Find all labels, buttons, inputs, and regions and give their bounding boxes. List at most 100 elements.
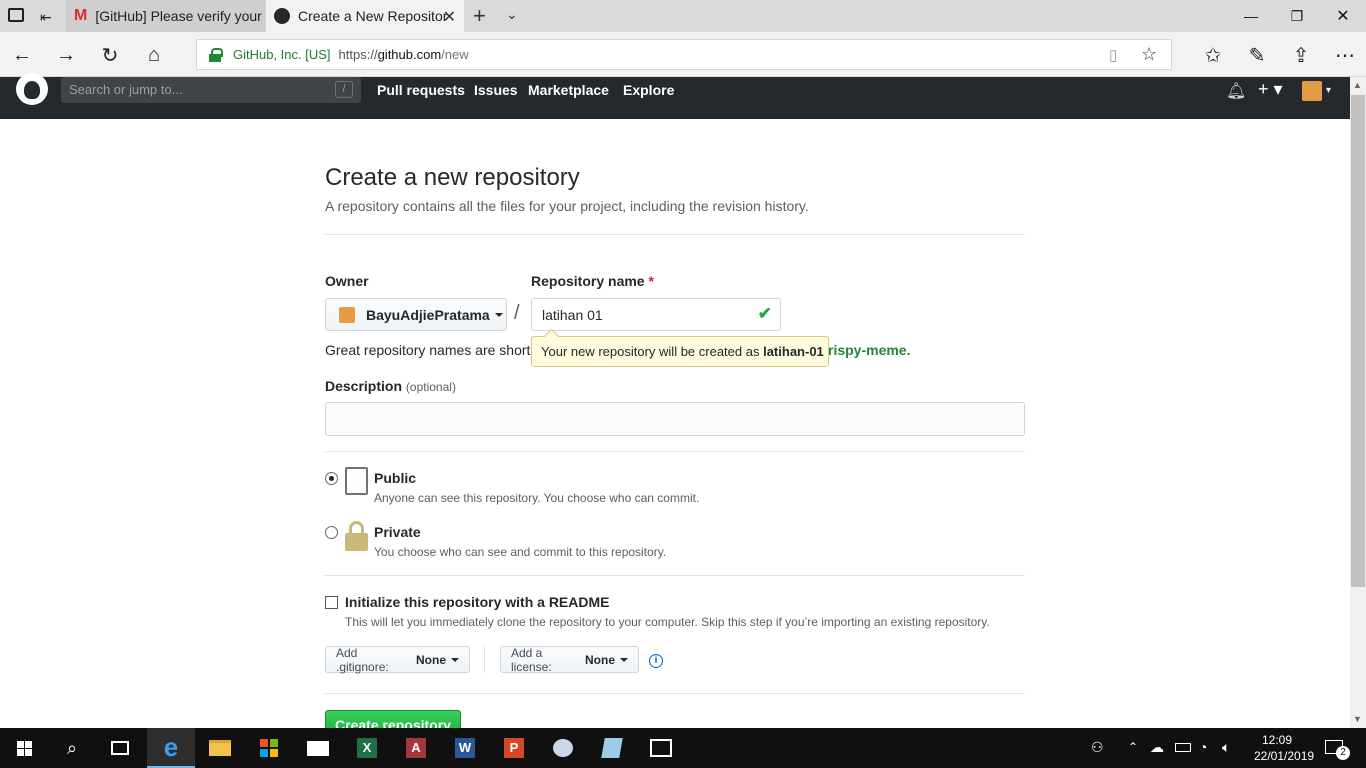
minimize-icon[interactable]: — (1228, 0, 1274, 32)
wifi-icon[interactable]: ◔ (1199, 739, 1207, 755)
powerpoint-icon[interactable]: P (490, 728, 538, 768)
tooltip-repo-name: latihan-01 (763, 344, 824, 359)
search-shortcut-key: / (335, 81, 353, 98)
lock-icon (209, 47, 223, 62)
tab-actions-icon[interactable] (8, 8, 24, 22)
favorites-hub-icon[interactable]: ✩ (1198, 40, 1228, 70)
scroll-down-arrow-icon[interactable]: ▼ (1353, 714, 1362, 724)
close-window-icon[interactable]: ✕ (1320, 0, 1366, 32)
repo-name-value: latihan 01 (542, 306, 603, 323)
forward-icon[interactable]: → (51, 40, 81, 70)
readme-label[interactable]: Initialize this repository with a README (345, 594, 609, 610)
share-icon[interactable]: ⇪ (1286, 40, 1316, 70)
gitignore-select[interactable]: Add .gitignore: None (325, 645, 470, 674)
repo-name-tooltip: Your new repository will be created as l… (531, 336, 829, 367)
edge-browser-icon[interactable]: e (147, 728, 195, 768)
web-note-icon[interactable]: ✎ (1242, 40, 1272, 70)
github-favicon-icon (274, 8, 290, 24)
divider (325, 451, 1025, 452)
onedrive-cloud-icon[interactable]: ☁ (1150, 739, 1164, 756)
tab-preview-chevron-icon[interactable]: ⌄ (506, 6, 518, 23)
start-windows-icon[interactable] (0, 728, 48, 768)
owner-select[interactable]: BayuAdjiePratama (325, 298, 507, 331)
set-aside-tabs-icon[interactable]: ⇤ (40, 9, 52, 26)
chevron-down-icon (494, 312, 503, 317)
description-input[interactable] (325, 402, 1025, 436)
tab-create-repository[interactable]: Create a New Repositor ✕ (266, 0, 464, 32)
divider (325, 693, 1025, 694)
url-path: /new (441, 47, 469, 62)
scrollbar-thumb[interactable] (1351, 95, 1365, 587)
back-icon[interactable]: ← (7, 40, 37, 70)
tab-title: Create a New Repositor (298, 8, 448, 24)
avatar-caret-icon[interactable]: ▾ (1326, 85, 1331, 96)
certificate-org: GitHub, Inc. [US] (233, 47, 331, 62)
avatar[interactable] (1302, 81, 1322, 101)
nav-marketplace[interactable]: Marketplace (528, 82, 609, 98)
refresh-icon[interactable]: ↻ (95, 40, 125, 70)
photos-icon[interactable] (637, 728, 685, 768)
chevron-down-icon (451, 657, 459, 662)
restore-icon[interactable]: ❐ (1274, 0, 1320, 32)
mail-icon[interactable] (294, 728, 342, 768)
new-tab-icon[interactable]: + (473, 3, 486, 29)
public-repo-icon (345, 467, 368, 495)
url-field[interactable]: GitHub, Inc. [US] https:// github.com /n… (196, 39, 1172, 70)
gitignore-value: None (416, 652, 446, 667)
notes-app-icon[interactable] (588, 728, 636, 768)
reading-view-icon[interactable]: ▯ (1109, 46, 1117, 64)
divider (325, 575, 1025, 576)
system-clock[interactable]: 12:09 22/01/2019 (1254, 732, 1314, 764)
github-logo-icon[interactable] (16, 73, 48, 105)
gitignore-label: Add .gitignore: (336, 645, 389, 674)
close-tab-icon[interactable]: ✕ (443, 7, 456, 27)
notifications-bell-icon[interactable]: 🔔︎ (1226, 81, 1246, 101)
battery-icon[interactable] (1175, 739, 1191, 755)
nav-issues[interactable]: Issues (474, 82, 518, 98)
file-explorer-icon[interactable] (196, 728, 244, 768)
private-note: You choose who can see and commit to thi… (374, 545, 667, 559)
url-scheme: https:// (338, 47, 378, 62)
nav-explore[interactable]: Explore (623, 82, 674, 98)
more-icon[interactable]: ⋯ (1330, 40, 1360, 70)
lock-icon (345, 521, 368, 551)
repo-name-suggestion[interactable]: rispy-meme. (828, 342, 910, 358)
excel-icon[interactable]: X (343, 728, 391, 768)
search-icon[interactable]: ⌕ (48, 728, 96, 768)
tab-github-verify[interactable]: M [GitHub] Please verify your e (66, 0, 266, 32)
repo-name-input[interactable]: latihan 01 ✔ (531, 298, 781, 331)
access-icon[interactable]: A (392, 728, 440, 768)
volume-icon[interactable]: 🔈︎ (1222, 739, 1230, 756)
store-icon[interactable] (245, 728, 293, 768)
create-new-plus-icon[interactable]: + ▾ (1258, 79, 1283, 100)
page-subtitle: A repository contains all the files for … (325, 198, 809, 214)
favorite-star-icon[interactable]: ☆ (1141, 44, 1157, 65)
private-radio[interactable] (325, 526, 338, 539)
notification-count-badge: 2 (1336, 746, 1350, 760)
show-hidden-icons-chevron-icon[interactable]: ⌃ (1128, 740, 1138, 754)
search-input[interactable]: Search or jump to... / (61, 77, 361, 103)
tab-title: [GitHub] Please verify your e (95, 8, 266, 24)
private-label[interactable]: Private (374, 524, 421, 540)
owner-value: BayuAdjiePratama (366, 306, 490, 323)
readme-checkbox[interactable] (325, 596, 338, 609)
paint-icon[interactable] (539, 728, 587, 768)
repo-name-hint: Great repository names are short (325, 342, 531, 358)
optional-tag: (optional) (405, 380, 456, 394)
scroll-up-arrow-icon[interactable]: ▲ (1353, 80, 1362, 90)
nav-pull-requests[interactable]: Pull requests (377, 82, 465, 98)
gmail-icon: M (74, 7, 88, 24)
home-icon[interactable]: ⌂ (139, 40, 169, 70)
url-host: github.com (377, 47, 442, 62)
search-placeholder: Search or jump to... (69, 82, 183, 97)
info-icon[interactable]: i (649, 654, 663, 668)
required-mark: * (648, 273, 654, 289)
page-title: Create a new repository (325, 164, 580, 191)
word-icon[interactable]: W (441, 728, 489, 768)
license-select[interactable]: Add a license: None (500, 646, 639, 674)
people-icon[interactable]: ⚇ (1091, 739, 1104, 756)
task-view-icon[interactable] (96, 728, 144, 768)
chevron-down-icon (620, 657, 628, 662)
public-radio[interactable] (325, 472, 338, 485)
public-label[interactable]: Public (374, 470, 416, 486)
